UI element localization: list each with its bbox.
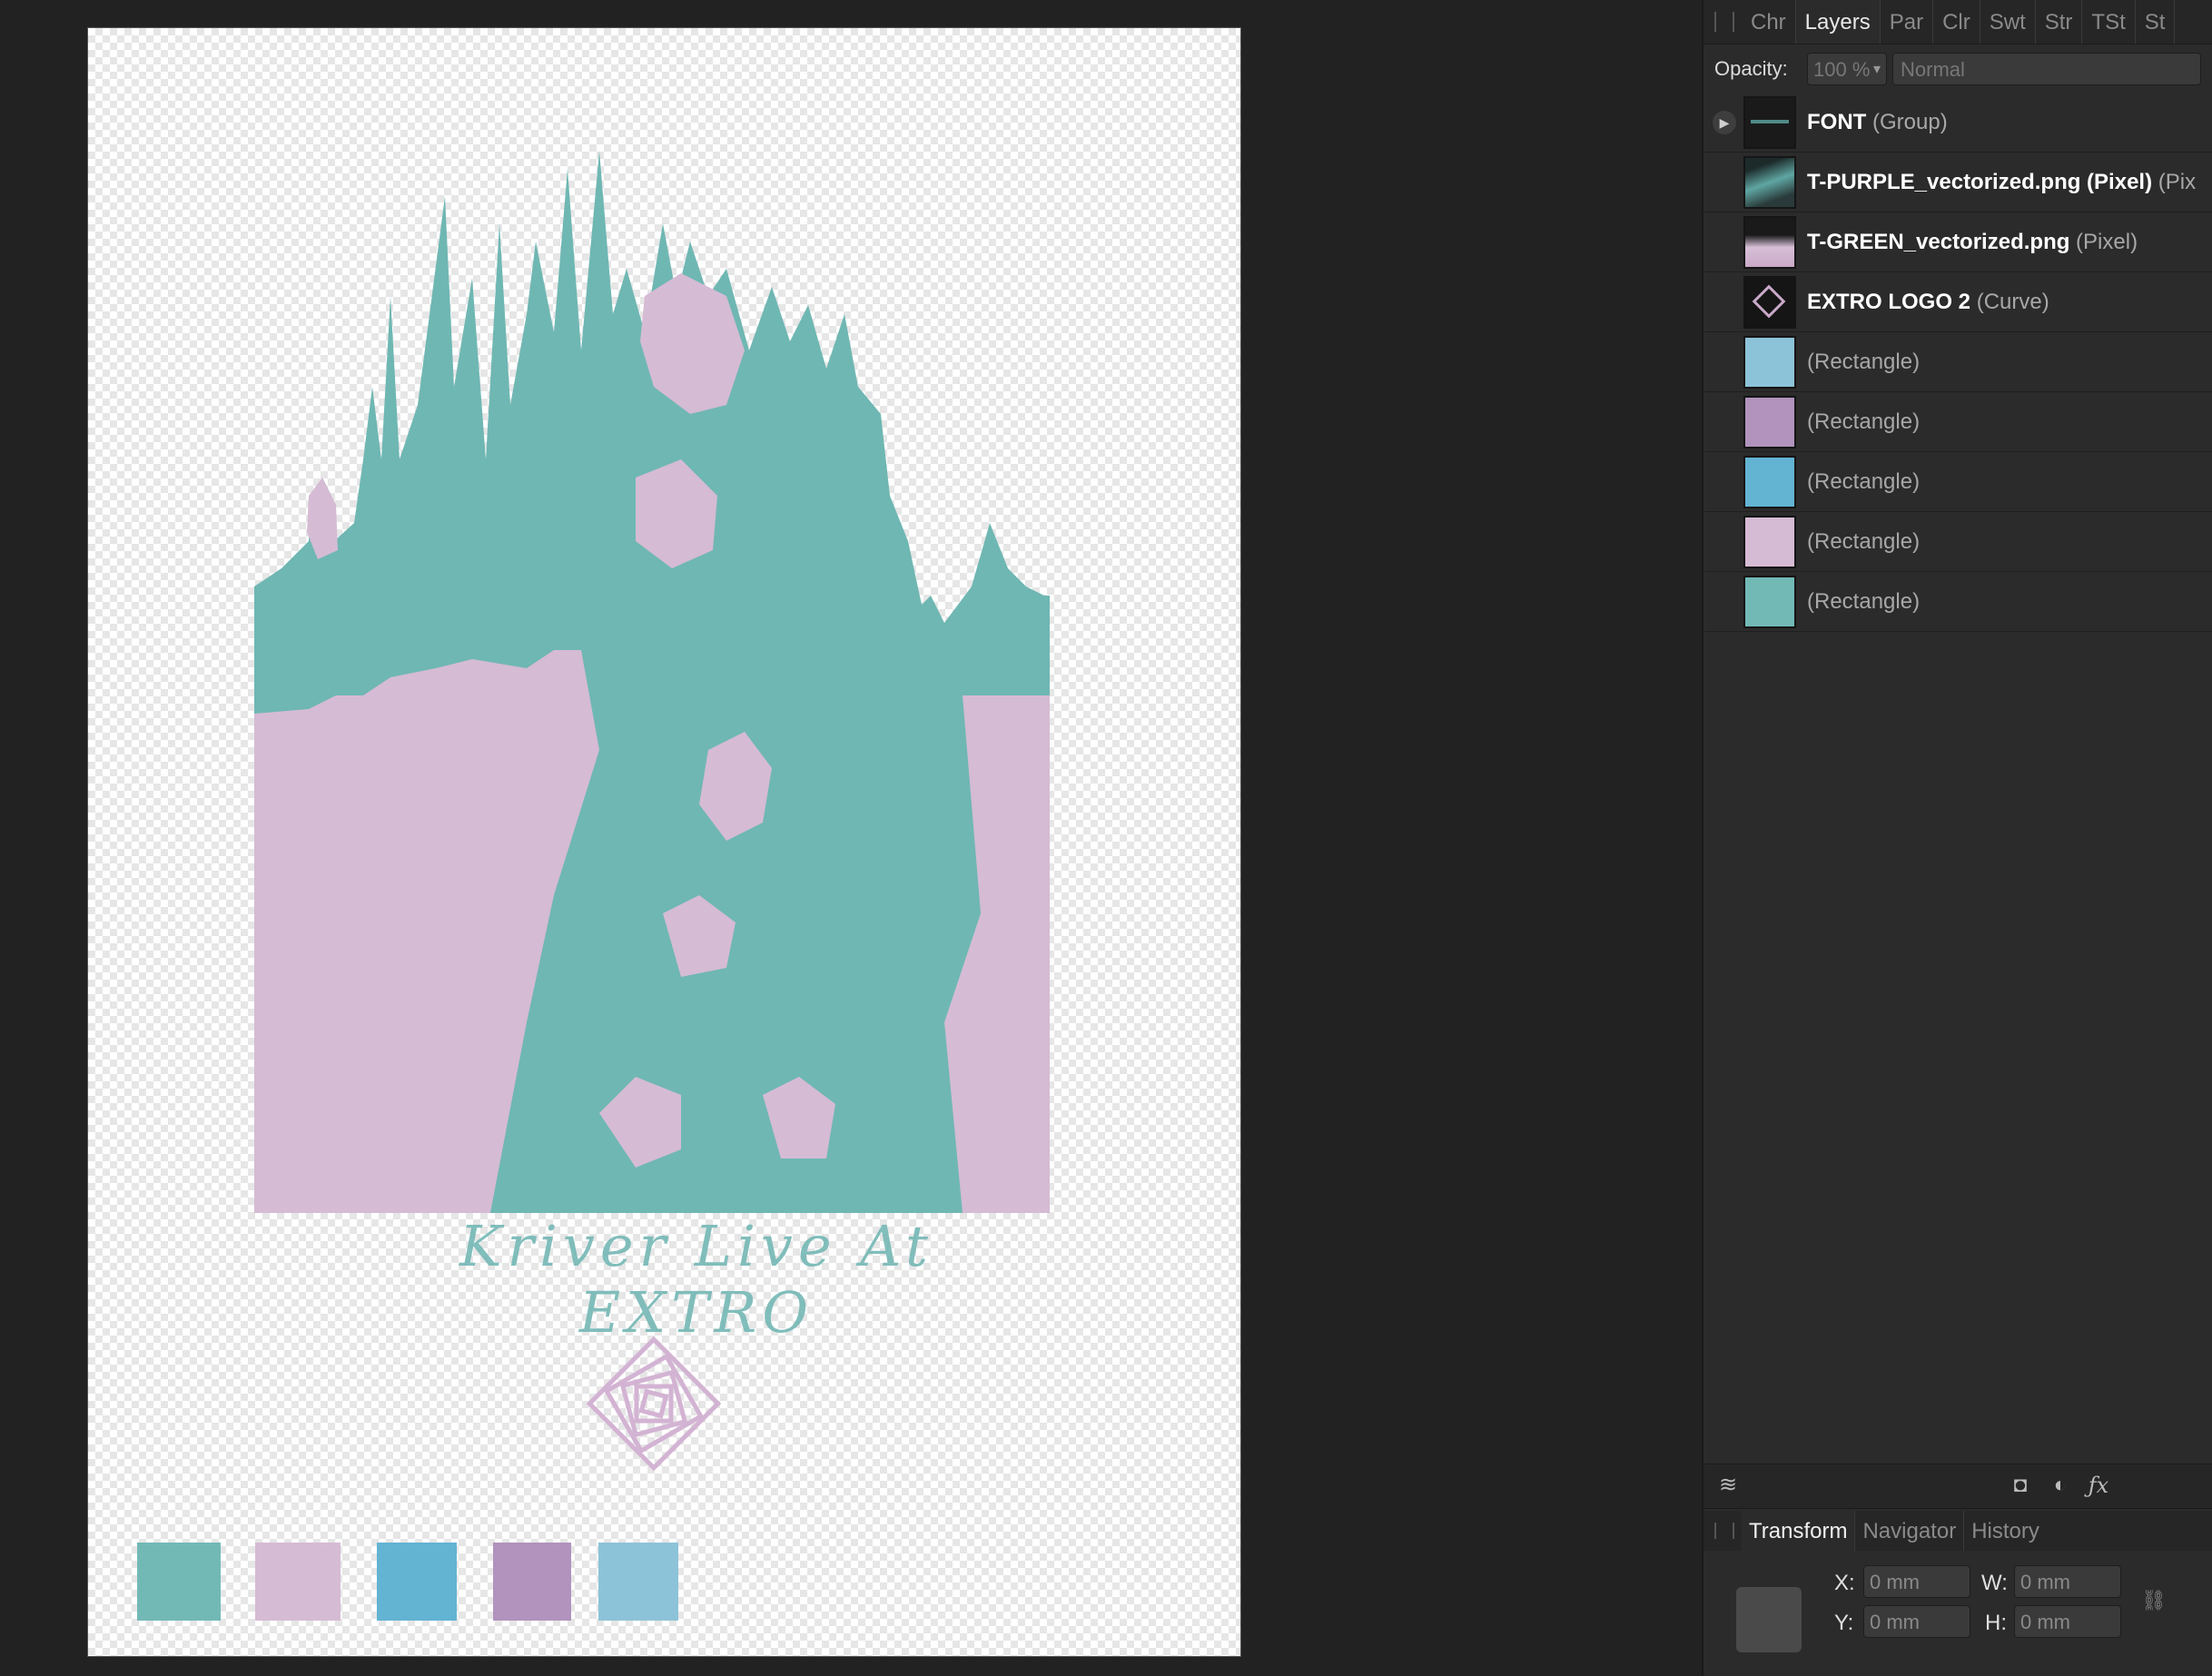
opacity-row: Opacity: 100 % Normal <box>1703 45 2212 93</box>
mask-icon[interactable]: ◘ <box>2007 1472 2034 1499</box>
layer-type: (Rectangle) <box>1807 468 1921 494</box>
bottom-panel-tab-bar: Transform Navigator History <box>1703 1511 2212 1551</box>
swatch-rectangle-4[interactable] <box>493 1543 571 1621</box>
panel-grip-handle[interactable] <box>1714 12 1734 32</box>
opacity-dropdown[interactable]: 100 % <box>1807 53 1887 86</box>
layer-name: EXTRO LOGO 2 <box>1807 289 1971 314</box>
transform-panel: X: 0 mm W: 0 mm Y: 0 mm H: 0 mm ⛓ <box>1703 1551 2212 1676</box>
layer-row-rectangle-3[interactable]: (Rectangle) <box>1703 452 2212 512</box>
tab-swatches[interactable]: Swt <box>1980 0 2036 44</box>
x-label: X: <box>1834 1571 1855 1595</box>
layer-thumbnail <box>1743 395 1796 449</box>
layer-type: (Rectangle) <box>1807 349 1921 374</box>
swatch-rectangle-2[interactable] <box>255 1543 341 1621</box>
tab-paragraph[interactable]: Par <box>1881 0 1934 44</box>
layer-name: T-GREEN_vectorized.png <box>1807 229 2070 254</box>
w-label: W: <box>1981 1571 2008 1595</box>
tab-history[interactable]: History <box>1964 1511 2047 1551</box>
layer-row-extro-logo[interactable]: EXTRO LOGO 2 (Curve) <box>1703 272 2212 332</box>
blend-mode-dropdown[interactable]: Normal <box>1892 53 2201 85</box>
layer-row-font[interactable]: ▶ FONT (Group) <box>1703 93 2212 153</box>
layer-thumbnail <box>1743 515 1796 568</box>
swatch-rectangle-1[interactable] <box>137 1543 221 1621</box>
tab-transform[interactable]: Transform <box>1742 1511 1856 1551</box>
layer-type: (Group) <box>1866 109 1948 134</box>
layer-type: (Rectangle) <box>1807 409 1921 434</box>
layer-thumbnail <box>1743 95 1796 149</box>
anchor-point-selector[interactable] <box>1736 1587 1802 1652</box>
layer-type: (Pix <box>2152 169 2197 194</box>
tab-navigator[interactable]: Navigator <box>1855 1511 1965 1551</box>
layer-thumbnail <box>1743 575 1796 628</box>
extro-logo[interactable] <box>586 1336 722 1472</box>
layer-row-rectangle-1[interactable]: (Rectangle) <box>1703 332 2212 392</box>
y-label: Y: <box>1834 1611 1854 1635</box>
layer-name: T-PURPLE_vectorized.png (Pixel) <box>1807 169 2153 194</box>
swatch-rectangle-3[interactable] <box>377 1543 457 1621</box>
layer-thumbnail <box>1743 275 1796 329</box>
layer-name: FONT <box>1807 109 1867 134</box>
layer-type: (Pixel) <box>2069 229 2138 254</box>
document-canvas[interactable]: Kriver Live At EXTRO <box>87 27 1241 1657</box>
font-group-text[interactable]: Kriver Live At EXTRO <box>433 1213 960 1346</box>
tab-color[interactable]: Clr <box>1933 0 1980 44</box>
layer-row-rectangle-5[interactable]: (Rectangle) <box>1703 572 2212 632</box>
layers-panel: Chr Layers Par Clr Swt Str TSt St Opacit… <box>1702 0 2212 1676</box>
tab-text-styles[interactable]: TSt <box>2082 0 2136 44</box>
layer-row-rectangle-4[interactable]: (Rectangle) <box>1703 512 2212 572</box>
swatch-rectangle-5[interactable] <box>598 1543 678 1621</box>
effects-fx-icon[interactable]: ƒx <box>2085 1472 2112 1499</box>
layer-thumbnail <box>1743 335 1796 389</box>
layers-action-bar: ≋ ◘ ◐ ƒx <box>1703 1464 2212 1509</box>
h-input[interactable]: 0 mm <box>2014 1605 2121 1638</box>
y-input[interactable]: 0 mm <box>1863 1605 1970 1638</box>
expand-arrow-icon[interactable]: ▶ <box>1713 110 1736 134</box>
h-label: H: <box>1985 1611 2007 1635</box>
layers-stack-icon[interactable]: ≋ <box>1714 1472 1742 1499</box>
layer-row-t-purple[interactable]: T-PURPLE_vectorized.png (Pixel) (Pix <box>1703 153 2212 212</box>
layer-thumbnail <box>1743 155 1796 209</box>
tab-character[interactable]: Chr <box>1742 0 1796 44</box>
layer-row-rectangle-2[interactable]: (Rectangle) <box>1703 392 2212 452</box>
link-chain-icon[interactable]: ⛓ <box>2141 1589 2167 1612</box>
tab-styles[interactable]: St <box>2136 0 2176 44</box>
layer-type: (Rectangle) <box>1807 588 1921 614</box>
artwork-image[interactable] <box>254 114 1071 1213</box>
layer-row-t-green[interactable]: T-GREEN_vectorized.png (Pixel) <box>1703 212 2212 272</box>
adjustment-icon[interactable]: ◐ <box>2047 1472 2074 1499</box>
layer-thumbnail <box>1743 215 1796 269</box>
x-input[interactable]: 0 mm <box>1863 1565 1970 1598</box>
layer-type: (Rectangle) <box>1807 528 1921 554</box>
layer-type: (Curve) <box>1970 289 2049 314</box>
opacity-label: Opacity: <box>1714 57 1788 80</box>
tab-stroke[interactable]: Str <box>2036 0 2083 44</box>
tab-layers[interactable]: Layers <box>1795 0 1881 44</box>
panel-grip-handle[interactable] <box>1714 1523 1734 1539</box>
panel-tab-bar: Chr Layers Par Clr Swt Str TSt St <box>1703 0 2212 44</box>
w-input[interactable]: 0 mm <box>2014 1565 2121 1598</box>
layer-thumbnail <box>1743 455 1796 508</box>
